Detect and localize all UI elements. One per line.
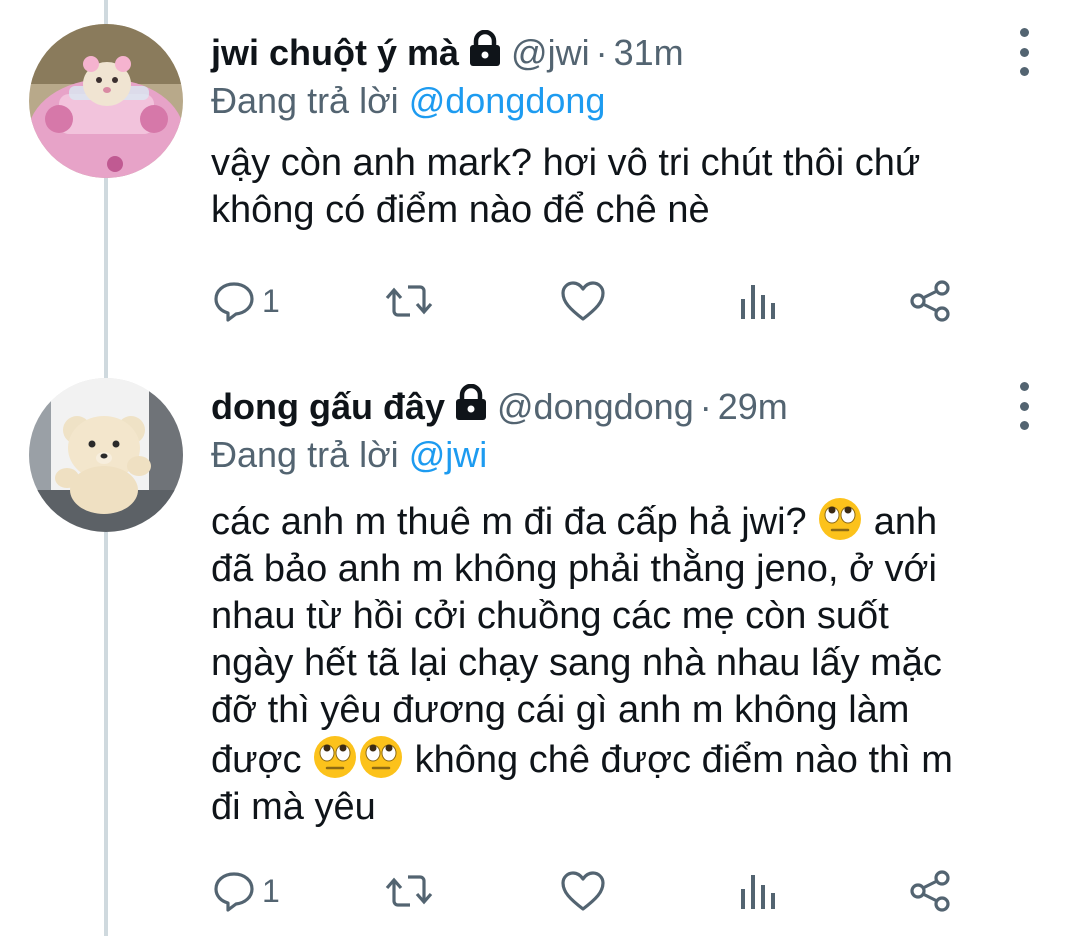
avatar[interactable] [29,24,183,178]
replying-to: Đang trả lời @dongdong [211,78,1040,124]
timestamp[interactable]: 29m [718,383,788,431]
retweet-button[interactable] [384,866,434,916]
display-name[interactable]: dong gấu đây [211,383,445,431]
share-icon [910,870,950,912]
analytics-button[interactable] [738,866,778,916]
tweet-header: dong gấu đây @dongdong · 29m [211,382,1040,432]
lock-icon [467,29,503,80]
like-button[interactable] [560,276,606,326]
retweet-icon [385,285,433,317]
retweet-icon [385,875,433,907]
tweet-text: vậy còn anh mark? hơi vô tri chút thôi c… [211,142,921,231]
analytics-icon [741,875,775,909]
retweet-button[interactable] [384,276,434,326]
analytics-button[interactable] [738,276,778,326]
avatar[interactable] [29,378,183,532]
replying-mention[interactable]: @dongdong [409,80,606,121]
lock-icon [453,383,489,434]
user-handle[interactable]: @jwi [511,29,590,77]
thread-view: jwi chuột ý mà @jwi · 31m Đang trả lời @… [0,0,1080,936]
share-button[interactable] [908,866,954,916]
user-handle[interactable]: @dongdong [497,383,694,431]
tweet-1[interactable]: jwi chuột ý mà @jwi · 31m Đang trả lời @… [0,0,1080,360]
analytics-icon [741,285,775,319]
more-options-icon[interactable] [1014,28,1034,76]
rolling-eyes-emoji-icon [314,736,357,778]
tweet-actions: 1 [212,866,972,916]
reply-icon [214,872,254,912]
reply-count: 1 [262,282,280,319]
rolling-eyes-emoji-icon [360,736,403,778]
like-button[interactable] [560,866,606,916]
heart-icon [561,281,605,321]
tweet-header: jwi chuột ý mà @jwi · 31m [211,28,1040,78]
share-button[interactable] [908,276,954,326]
reply-button[interactable]: 1 [212,276,280,326]
replying-prefix: Đang trả lời [211,80,399,121]
heart-icon [561,871,605,911]
separator: · [595,32,608,73]
replying-prefix: Đang trả lời [211,434,399,475]
replying-mention[interactable]: @jwi [409,434,488,475]
avatar-pink-car-image [29,24,183,178]
more-options-icon[interactable] [1014,382,1034,430]
reply-count: 1 [262,872,280,909]
tweet-2[interactable]: dong gấu đây @dongdong · 29m Đang trả lờ… [0,360,1080,936]
display-name[interactable]: jwi chuột ý mà [211,29,459,77]
avatar-teddy-bear-image [29,378,183,532]
timestamp[interactable]: 31m [614,29,684,77]
separator: · [699,386,712,427]
rolling-eyes-emoji-icon [819,498,862,540]
replying-to: Đang trả lời @jwi [211,432,1040,478]
tweet-text-part-1: các anh m thuê m đi đa cấp hả jwi? [211,501,818,543]
tweet-text: các anh m thuê m đi đa cấp hả jwi? anh đ… [211,496,1040,831]
share-icon [910,280,950,322]
tweet-actions: 1 [212,276,972,326]
reply-icon [214,282,254,322]
reply-button[interactable]: 1 [212,866,280,916]
